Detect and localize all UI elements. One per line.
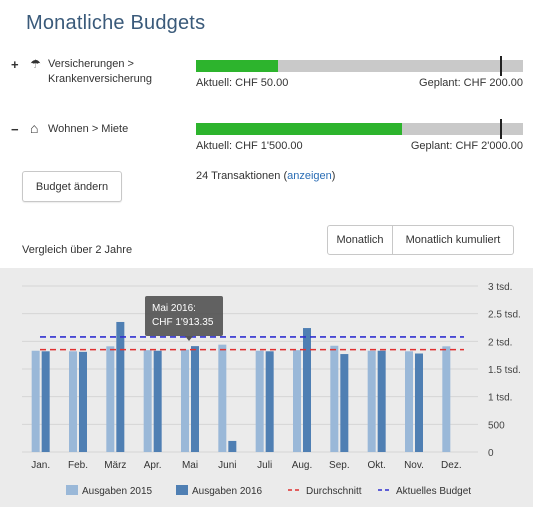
category-label-line1: Versicherungen > [48,58,134,70]
x-tick-label: Aug. [292,460,313,471]
show-transactions-link[interactable]: anzeigen [287,170,332,182]
bar-2015 [367,350,376,452]
budget-progress-bar [196,119,523,139]
monthly-button[interactable]: Monatlich [327,225,393,255]
legend-label: Durchschnitt [306,486,362,497]
current-amount: Aktuell: CHF 50.00 [196,77,289,89]
home-icon: ⌂ [30,120,39,136]
x-tick-label: Apr. [144,460,162,471]
bar-2016 [340,354,349,452]
tooltip-box [145,296,223,336]
bar-2015 [69,351,77,452]
x-tick-label: Okt. [367,460,385,471]
category-label-line1: Wohnen > Miete [48,123,129,135]
bar-2015 [293,350,301,452]
x-tick-label: Feb. [68,460,88,471]
monthly-cumulative-button[interactable]: Monatlich kumuliert [393,225,514,255]
bar-2015 [405,351,413,452]
legend-label: Ausgaben 2016 [192,486,263,497]
current-amount: Aktuell: CHF 1'500.00 [196,140,303,152]
planned-amount: Geplant: CHF 200.00 [419,77,523,89]
budget-progress-fill [196,60,278,72]
bar-2015 [255,350,264,452]
bar-2016 [377,350,386,452]
bar-2016 [79,351,87,452]
expand-toggle[interactable]: + [11,57,19,72]
bar-2016 [228,440,237,452]
bar-2016 [303,328,311,452]
bar-2016 [265,351,274,452]
x-tick-label: Sep. [329,460,350,471]
bar-2015 [218,344,227,452]
y-tick-label: 3 tsd. [488,282,512,293]
bar-2015 [31,350,40,452]
umbrella-icon: ☂ [30,57,41,71]
legend-swatch [176,485,188,495]
tooltip-value: CHF 1'913.35 [152,317,214,328]
y-tick-label: 1 tsd. [488,393,512,404]
bar-2016 [116,321,125,452]
tooltip-pointer [185,336,193,341]
budget-row-rent: − ⌂ Wohnen > Miete Aktuell: CHF 1'500.00… [0,119,533,162]
y-tick-label: 2.5 tsd. [488,310,521,321]
bar-2015 [143,350,152,452]
y-tick-label: 1.5 tsd. [488,365,521,376]
transactions-close: ) [331,170,336,182]
planned-amount: Geplant: CHF 2'000.00 [410,140,523,152]
tooltip-title: Mai 2016: [152,303,196,314]
collapse-toggle[interactable]: − [11,122,19,137]
x-tick-label: Mai [182,460,198,471]
bar-2016 [153,350,162,452]
comparison-chart: 0 500 1 tsd. 1.5 tsd. 2 tsd. 2.5 tsd. 3 tsd. J… [0,268,533,507]
category-label-line2: Krankenversicherung [48,73,152,85]
view-mode-toggle: Monatlich Monatlich kumuliert [327,225,514,255]
y-tick-label: 0 [488,448,494,459]
planned-marker [500,119,503,139]
budget-progress-fill [196,123,402,135]
bar-2016 [415,353,423,452]
edit-budget-button[interactable]: Budget ändern [22,171,122,202]
bar-2015 [106,346,115,452]
y-tick-label: 2 tsd. [488,337,512,348]
legend-swatch [66,485,78,495]
bar-2015 [442,346,451,452]
bar-chart: 0 500 1 tsd. 1.5 tsd. 2 tsd. 2.5 tsd. 3 tsd. J… [22,282,521,497]
budget-category-label[interactable]: Wohnen > Miete [48,122,188,137]
page-title: Monatliche Budgets [26,12,206,34]
budget-category-label[interactable]: Versicherungen > Krankenversicherung [48,57,188,87]
x-tick-label: Jan. [31,460,50,471]
y-tick-label: 500 [488,420,505,431]
budget-row-insurance: + ☂ Versicherungen > Krankenversicherung… [0,56,533,117]
bar-2015 [330,345,339,452]
legend-label: Aktuelles Budget [396,486,471,497]
transactions-summary: 24 Transaktionen (anzeigen) [196,170,335,182]
bar-2015 [181,349,189,452]
x-tick-label: Dez. [441,460,462,471]
planned-marker [500,56,503,76]
bar-2016 [191,346,199,452]
x-tick-label: Juli [257,460,272,471]
x-tick-label: Nov. [404,460,424,471]
comparison-label: Vergleich über 2 Jahre [22,244,133,256]
budget-progress-bar [196,56,523,76]
x-tick-label: Juni [218,460,236,471]
legend-label: Ausgaben 2015 [82,486,153,497]
transactions-count: 24 Transaktionen ( [196,170,288,182]
x-tick-label: März [104,460,126,471]
bar-2016 [41,351,50,452]
